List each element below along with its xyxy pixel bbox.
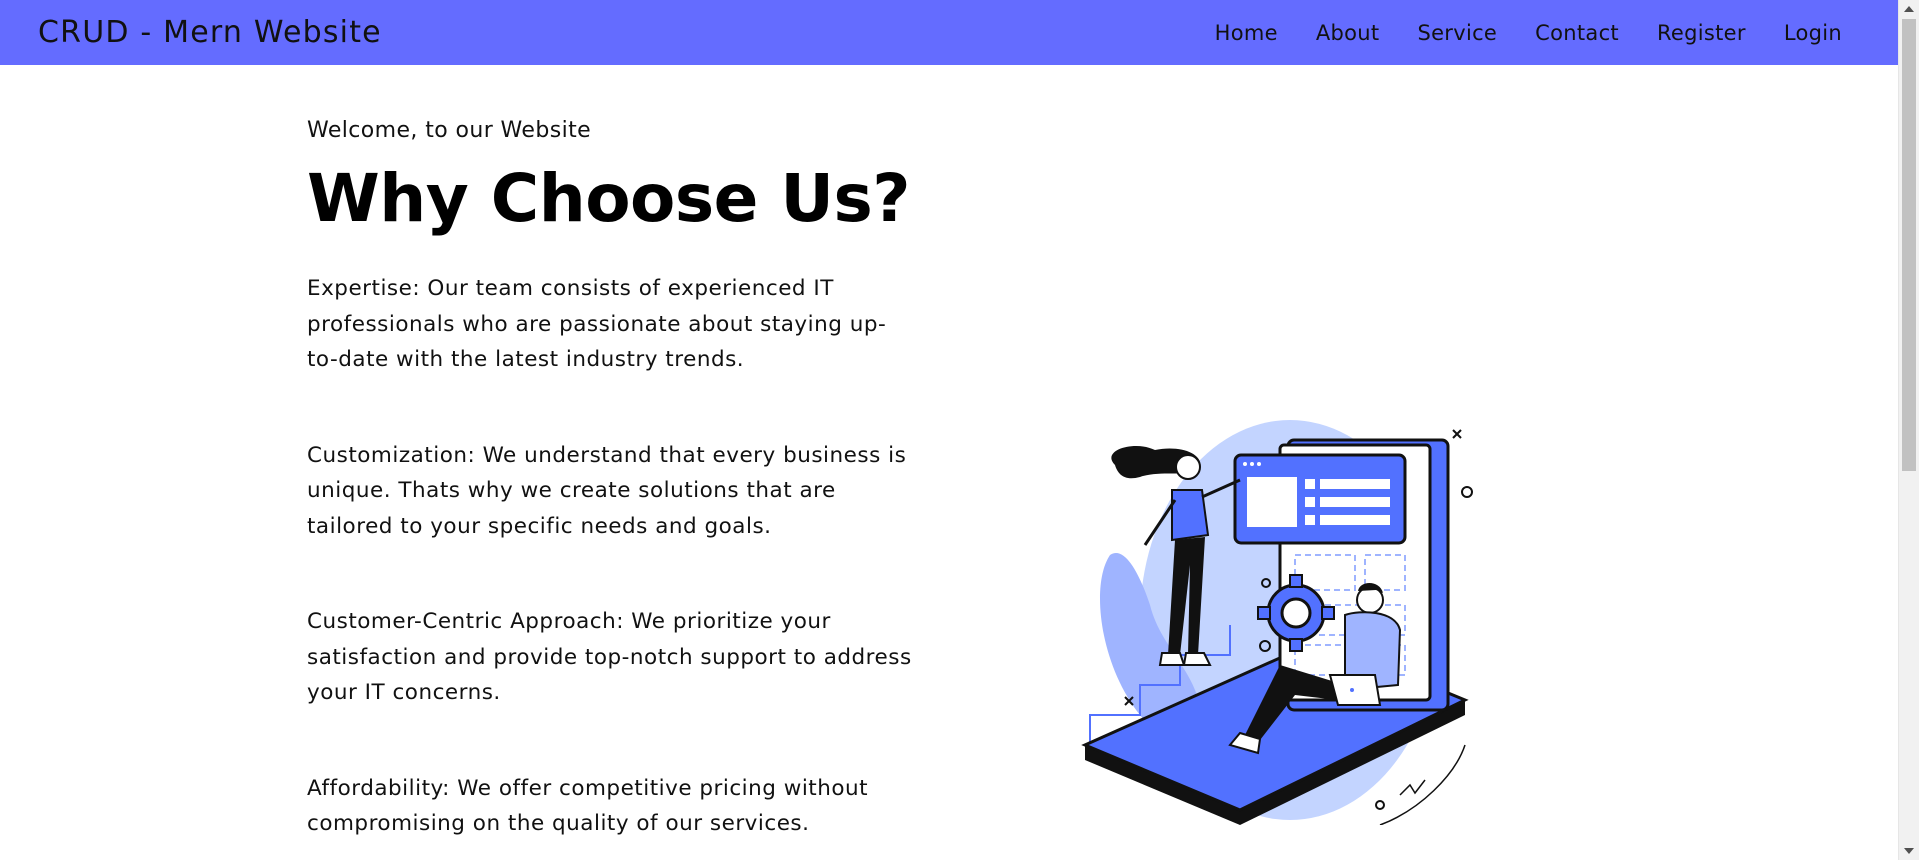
customization-paragraph: Customization: We understand that every … <box>307 442 907 539</box>
nav-links: Home About Service Contact Register Logi… <box>1215 21 1842 45</box>
welcome-text: Welcome, to our Website <box>307 118 592 143</box>
site-brand[interactable]: CRUD - Mern Website <box>38 15 382 50</box>
page-title: Why Choose Us? <box>307 160 911 237</box>
nav-register-link[interactable]: Register <box>1657 21 1746 45</box>
scroll-up-arrow-icon[interactable] <box>1904 6 1914 12</box>
vertical-scrollbar[interactable] <box>1898 0 1919 860</box>
nav-login-link[interactable]: Login <box>1784 21 1842 45</box>
nav-contact-link[interactable]: Contact <box>1535 21 1619 45</box>
nav-service-link[interactable]: Service <box>1417 21 1497 45</box>
nav-home-link[interactable]: Home <box>1215 21 1278 45</box>
scroll-down-arrow-icon[interactable] <box>1904 848 1914 854</box>
why-choose-us-section: Welcome, to our Website Why Choose Us? E… <box>307 118 927 860</box>
affordability-paragraph: Affordability: We offer competitive pric… <box>307 775 869 837</box>
customer-centric-paragraph: Customer-Centric Approach: We prioritize… <box>307 609 912 705</box>
navbar: CRUD - Mern Website Home About Service C… <box>0 0 1898 65</box>
scrollbar-thumb[interactable] <box>1902 19 1916 471</box>
page: CRUD - Mern Website Home About Service C… <box>0 0 1919 860</box>
expertise-paragraph: Expertise: Our team consists of experien… <box>307 276 887 372</box>
team-collaboration-illustration <box>1080 415 1480 826</box>
nav-about-link[interactable]: About <box>1316 21 1380 45</box>
